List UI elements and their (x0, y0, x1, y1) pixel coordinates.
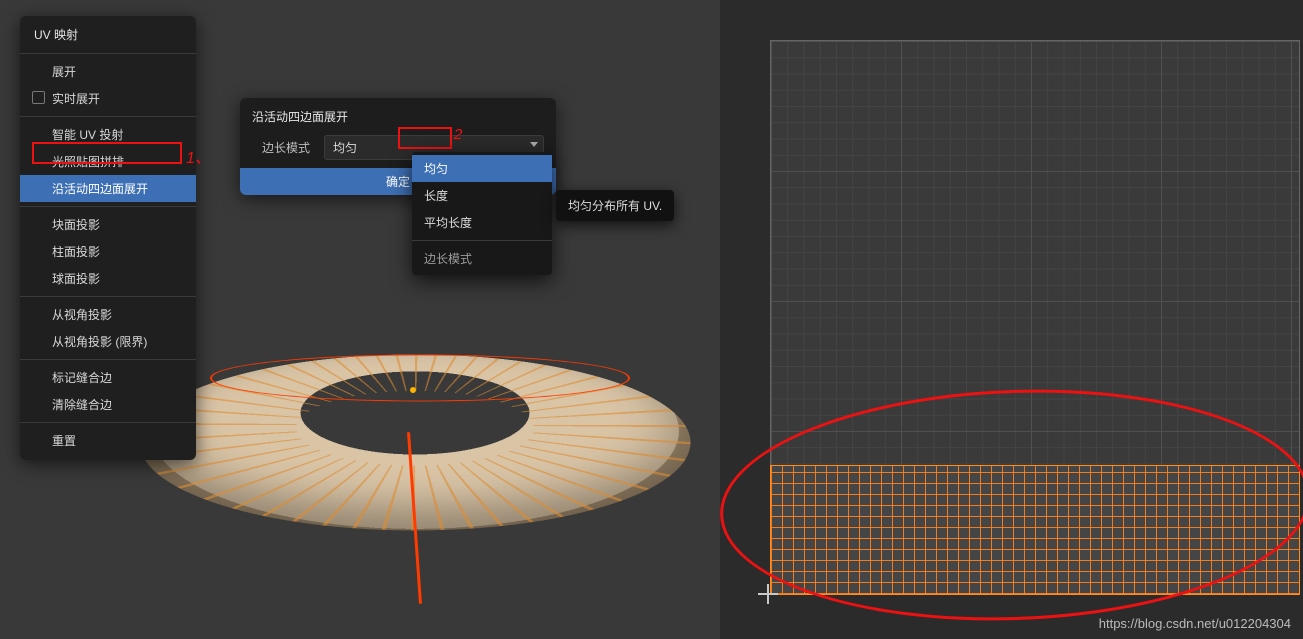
menu-item-sphere-projection[interactable]: 球面投影 (20, 265, 196, 292)
menu-item-clear-seam[interactable]: 清除缝合边 (20, 391, 196, 418)
tooltip: 均匀分布所有 UV. (556, 190, 674, 221)
menu-item-cube-projection[interactable]: 块面投影 (20, 211, 196, 238)
annotation-box-2 (398, 127, 452, 149)
watermark-text: https://blog.csdn.net/u012204304 (1099, 616, 1291, 631)
3d-cursor-icon (410, 387, 416, 393)
edge-length-mode-label: 边长模式 (252, 139, 316, 156)
annotation-label-1: 1、 (186, 144, 211, 168)
dropdown-option-length-average[interactable]: 平均长度 (412, 209, 552, 236)
menu-item-mark-seam[interactable]: 标记缝合边 (20, 364, 196, 391)
annotation-box-1 (32, 142, 182, 164)
dropdown-footer: 边长模式 (412, 245, 552, 272)
menu-title: UV 映射 (20, 20, 196, 49)
dropdown-option-length[interactable]: 长度 (412, 182, 552, 209)
annotation-label-2: 2 (454, 126, 462, 143)
uv-2d-cursor-icon (758, 584, 778, 604)
edge-length-mode-dropdown: 均匀 长度 平均长度 边长模式 (412, 152, 552, 275)
chevron-down-icon (530, 142, 538, 147)
menu-item-reset[interactable]: 重置 (20, 427, 196, 454)
menu-item-cylinder-projection[interactable]: 柱面投影 (20, 238, 196, 265)
menu-item-follow-active-quads[interactable]: 沿活动四边面展开 (20, 175, 196, 202)
panel-title: 沿活动四边面展开 (252, 108, 544, 125)
dropdown-option-even[interactable]: 均匀 (412, 155, 552, 182)
menu-item-unwrap[interactable]: 展开 (20, 58, 196, 85)
seam-ring (210, 355, 630, 402)
menu-item-project-from-view[interactable]: 从视角投影 (20, 301, 196, 328)
menu-item-live-unwrap[interactable]: 实时展开 (20, 85, 196, 112)
uv-mapping-menu: UV 映射 展开 实时展开 智能 UV 投射 光照贴图拼排 沿活动四边面展开 块… (20, 16, 196, 460)
menu-item-project-from-view-bounds[interactable]: 从视角投影 (限界) (20, 328, 196, 355)
